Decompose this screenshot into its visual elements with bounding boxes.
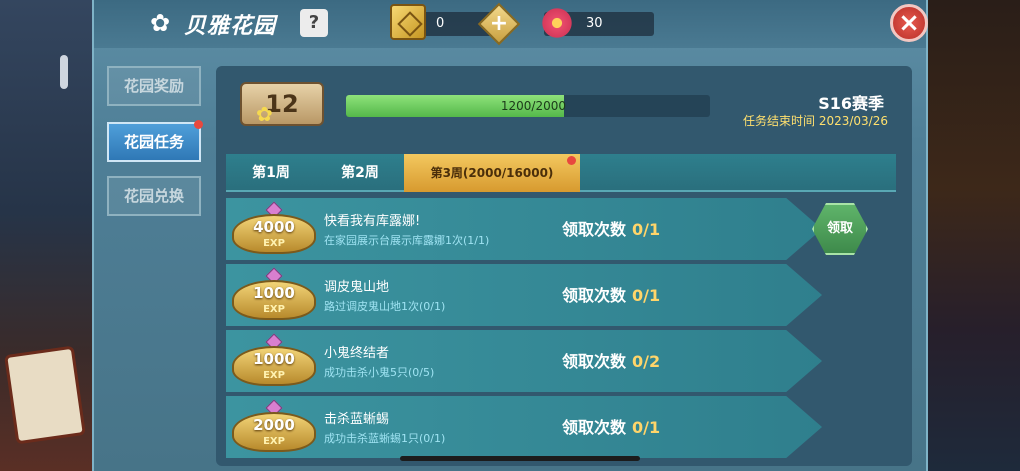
exp-label: EXP	[263, 304, 285, 315]
task-description: 在家园展示台展示库露娜1次(1/1)	[324, 234, 490, 247]
exp-value: 2000	[253, 416, 295, 434]
exp-badge: 2000 EXP	[226, 398, 322, 456]
exp-value: 1000	[253, 350, 295, 368]
sidebar-item-label: 花园任务	[123, 133, 184, 151]
flower-logo-icon: ✿	[149, 9, 171, 37]
exp-badge: 4000 EXP	[226, 200, 322, 258]
plus-icon: +	[489, 11, 509, 36]
claim-count: 领取次数 0/1	[562, 414, 660, 438]
task-row: 1000 EXP 调皮鬼山地 路过调皮鬼山地1次(0/1) 领取次数 0/1	[226, 264, 822, 326]
task-content: ✿ 12 1200/2000 S16赛季 任务结束时间 2023/03/26 第…	[216, 66, 912, 466]
add-currency-button[interactable]: +	[477, 2, 521, 46]
claim-button[interactable]: 领取	[812, 203, 868, 255]
task-description: 成功击杀小鬼5只(0/5)	[324, 366, 435, 379]
week-tab-bar: 第1周 第2周 第3周(2000/16000)	[226, 154, 896, 192]
tab-week-2[interactable]: 第2周	[316, 154, 404, 192]
exp-label: EXP	[263, 370, 285, 381]
task-row: 2000 EXP 击杀蓝蜥蜴 成功击杀蓝蜥蜴1只(0/1) 领取次数 0/1	[226, 396, 822, 458]
currency-2-value: 30	[586, 16, 603, 31]
exp-label: EXP	[263, 238, 285, 249]
task-row: 1000 EXP 小鬼终结者 成功击杀小鬼5只(0/5) 领取次数 0/2	[226, 330, 822, 392]
help-button[interactable]: ?	[300, 9, 328, 37]
progress-text: 1200/2000	[500, 99, 566, 113]
flower-icon: ✿	[256, 102, 273, 126]
tab-week-1[interactable]: 第1周	[226, 154, 316, 192]
claim-count-value: 0/1	[632, 286, 661, 305]
season-label: S16赛季	[818, 94, 884, 113]
claim-count-label: 领取次数	[562, 286, 627, 305]
exp-badge: 1000 EXP	[226, 332, 322, 390]
level-progress-bar: 1200/2000	[346, 95, 710, 117]
season-end-time: 任务结束时间 2023/03/26	[743, 114, 888, 128]
tab-week-3[interactable]: 第3周(2000/16000)	[404, 154, 580, 192]
claim-count-value: 0/1	[632, 220, 661, 239]
garden-panel: ✿ 贝雅花园 ? 0 + 30 × 花园奖励 花园任务 花园兑换 ✿ 12 12…	[92, 0, 928, 471]
task-row: 4000 EXP 快看我有库露娜! 在家园展示台展示库露娜1次(1/1) 领取次…	[226, 198, 822, 260]
claim-count-label: 领取次数	[562, 352, 627, 371]
gem-currency-icon	[390, 4, 426, 40]
sidebar-item-garden-exchange[interactable]: 花园兑换	[107, 176, 201, 216]
tab-week-3-label: 第3周(2000/16000)	[430, 166, 554, 180]
claim-count-value: 0/1	[632, 418, 661, 437]
exp-value: 4000	[253, 218, 295, 236]
task-title: 击杀蓝蜥蜴	[324, 412, 390, 427]
task-title: 小鬼终结者	[324, 346, 390, 361]
claim-count-label: 领取次数	[562, 220, 627, 239]
notification-dot	[567, 156, 576, 165]
background-right	[925, 0, 1020, 471]
background-sign	[4, 345, 86, 445]
exp-value: 1000	[253, 284, 295, 302]
currency-1-value: 0	[436, 16, 445, 31]
home-indicator	[400, 456, 640, 461]
claim-count-label: 领取次数	[562, 418, 627, 437]
exp-badge: 1000 EXP	[226, 266, 322, 324]
sidebar-item-garden-rewards[interactable]: 花园奖励	[107, 66, 201, 106]
claim-count-value: 0/2	[632, 352, 661, 371]
level-plaque: ✿ 12	[240, 82, 324, 126]
claim-count: 领取次数 0/1	[562, 282, 660, 306]
task-title: 快看我有库露娜!	[324, 214, 421, 229]
task-description: 路过调皮鬼山地1次(0/1)	[324, 300, 446, 313]
flower-currency-icon	[540, 6, 574, 40]
close-button[interactable]: ×	[890, 4, 928, 42]
task-description: 成功击杀蓝蜥蜴1只(0/1)	[324, 432, 446, 445]
notification-dot	[194, 120, 203, 129]
claim-count: 领取次数 0/1	[562, 216, 660, 240]
page-title: 贝雅花园	[184, 14, 277, 39]
handle-icon[interactable]	[60, 55, 68, 89]
panel-header: ✿ 贝雅花园 ? 0 + 30 ×	[94, 0, 928, 48]
task-title: 调皮鬼山地	[324, 280, 390, 295]
claim-count: 领取次数 0/2	[562, 348, 660, 372]
sidebar-item-garden-tasks[interactable]: 花园任务	[107, 120, 203, 162]
exp-label: EXP	[263, 436, 285, 447]
